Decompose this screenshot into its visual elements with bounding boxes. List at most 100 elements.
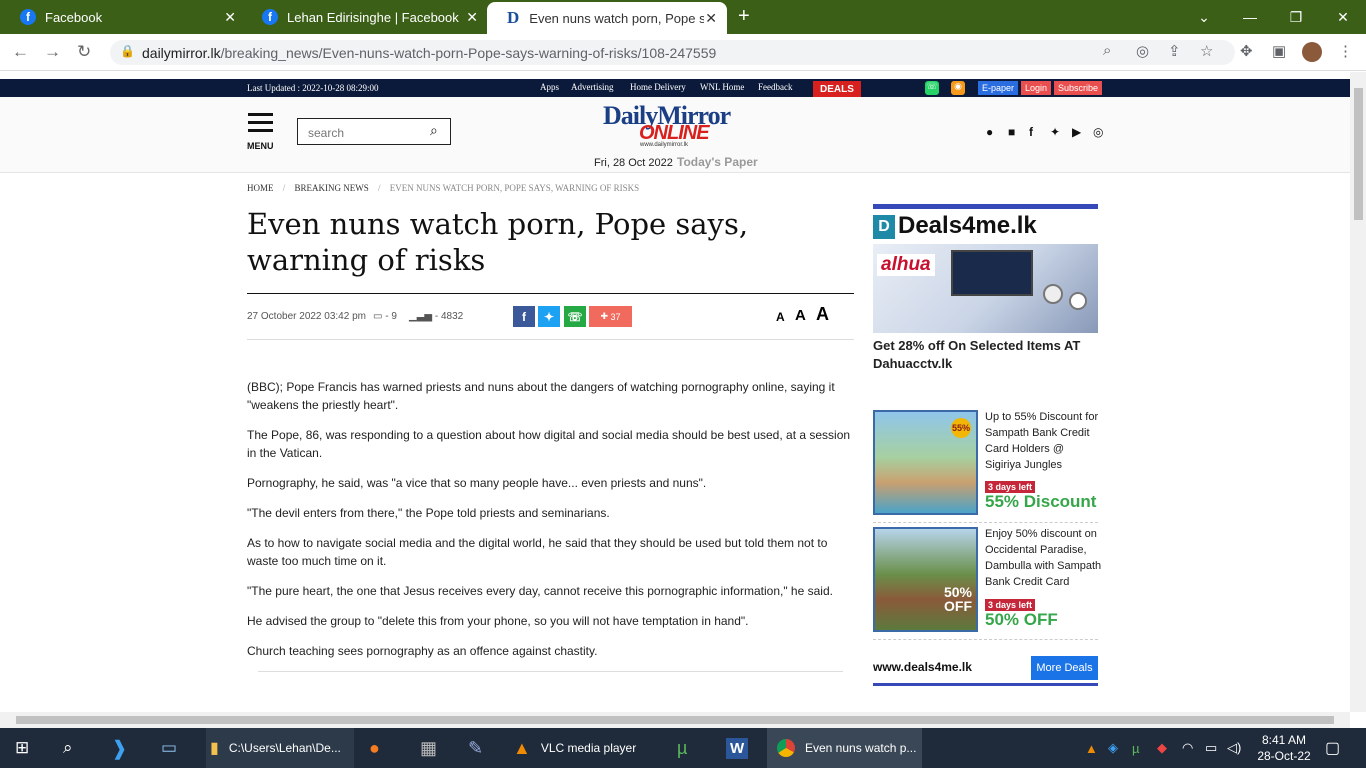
taskbar-file-explorer[interactable]: ▮ C:\Users\Lehan\De... xyxy=(206,728,354,768)
todays-paper-link[interactable]: Today's Paper xyxy=(677,155,758,169)
close-icon[interactable]: ✕ xyxy=(466,9,478,26)
comments-value: - 9 xyxy=(385,311,397,322)
article-paragraph: "The devil enters from there," the Pope … xyxy=(247,506,610,520)
deal-image-sigiriya[interactable]: 55% xyxy=(873,410,978,515)
lock-icon[interactable]: 🔒 xyxy=(120,44,135,58)
tray-app-icon[interactable]: ◆ xyxy=(1157,728,1167,768)
twitter-icon[interactable]: ✦ xyxy=(1050,125,1060,139)
article-paragraph: As to how to navigate social media and t… xyxy=(247,536,828,568)
banner-camera xyxy=(1043,284,1063,304)
wifi-icon[interactable]: ◠ xyxy=(1182,728,1193,768)
taskbar-clock[interactable]: 8:41 AM 28-Oct-22 xyxy=(1254,728,1314,768)
article-paragraph: Church teaching sees pornography as an o… xyxy=(247,644,598,658)
font-small-button[interactable]: A xyxy=(776,310,785,324)
taskbar-chrome[interactable]: Even nuns watch p... xyxy=(767,728,922,768)
link-wnl-home[interactable]: WNL Home xyxy=(700,82,744,92)
vertical-scrollbar[interactable] xyxy=(1350,72,1366,712)
link-apps[interactable]: Apps xyxy=(540,82,559,92)
computer-icon[interactable]: ▭ xyxy=(161,728,177,768)
menu-icon[interactable] xyxy=(248,113,273,137)
restore-button[interactable]: ❐ xyxy=(1273,0,1319,34)
deal-text[interactable]: Up to 55% Discount for Sampath Bank Cred… xyxy=(985,409,1103,473)
volume-icon[interactable]: ◁) xyxy=(1227,728,1241,768)
close-window-button[interactable]: ✕ xyxy=(1320,0,1366,34)
paint-icon[interactable]: ✎ xyxy=(468,728,483,768)
share-twitter-button[interactable]: ✦ xyxy=(538,306,560,327)
link-feedback[interactable]: Feedback xyxy=(758,82,792,92)
deal-image-occidental[interactable]: 50% OFF xyxy=(873,527,978,632)
taskbar-vlc[interactable]: ▲ VLC media player xyxy=(513,728,661,768)
windows-start-icon[interactable]: ⊞ xyxy=(15,728,29,768)
article-title: Even nuns watch porn, Pope says, warning… xyxy=(247,207,749,277)
whatsapp-icon[interactable]: ☏ xyxy=(925,81,939,95)
close-icon[interactable]: ✕ xyxy=(705,10,717,27)
share-whatsapp-button[interactable]: ☏ xyxy=(564,306,586,327)
notifications-icon[interactable]: ▢ xyxy=(1325,728,1340,768)
breadcrumb-breaking-news[interactable]: BREAKING NEWS xyxy=(295,183,369,193)
rss-icon[interactable]: ◉ xyxy=(951,81,965,95)
search-icon[interactable]: ⌕ xyxy=(430,122,438,139)
reload-icon[interactable]: ↻ xyxy=(77,42,91,62)
font-medium-button[interactable]: A xyxy=(795,307,806,324)
dahua-banner[interactable]: alhua xyxy=(873,244,1098,333)
menu-label[interactable]: MENU xyxy=(247,141,274,151)
tray-utorrent-icon[interactable]: µ xyxy=(1132,728,1140,768)
dailymirror-icon: D xyxy=(507,8,520,27)
banner-caption[interactable]: Get 28% off On Selected Items AT Dahuacc… xyxy=(873,337,1098,373)
back-icon[interactable]: ← xyxy=(12,42,29,62)
deal-discount[interactable]: 55% Discount xyxy=(985,492,1096,512)
side-panel-icon[interactable]: ▣ xyxy=(1272,42,1286,60)
deal-discount[interactable]: 50% OFF xyxy=(985,610,1058,630)
url-text[interactable]: dailymirror.lk/breaking_news/Even-nuns-w… xyxy=(142,45,716,61)
vertical-scroll-thumb[interactable] xyxy=(1354,88,1363,220)
facebook-icon[interactable]: f xyxy=(1029,125,1033,139)
horizontal-scrollbar[interactable] xyxy=(0,712,1350,728)
bookmark-star-icon[interactable]: ☆ xyxy=(1200,42,1213,60)
share-more-button[interactable]: ✚ 37 xyxy=(589,306,632,327)
link-advertising[interactable]: Advertising xyxy=(571,82,614,92)
battery-icon[interactable]: ▭ xyxy=(1205,728,1217,768)
horizontal-scroll-thumb[interactable] xyxy=(16,716,1334,724)
firefox-icon[interactable]: ● xyxy=(369,728,380,768)
tab-dailymirror[interactable]: D Even nuns watch porn, Pope says ✕ xyxy=(487,2,727,34)
deal-image-badge: 50% OFF xyxy=(943,584,972,614)
search-icon[interactable]: ⌕ xyxy=(63,728,73,768)
tray-network-monitor-icon[interactable]: ◈ xyxy=(1108,728,1118,768)
subscribe-button[interactable]: Subscribe xyxy=(1054,81,1103,95)
epaper-button[interactable]: E-paper xyxy=(978,81,1019,95)
link-home-delivery[interactable]: Home Delivery xyxy=(630,82,686,92)
share-icon[interactable]: ⇪ xyxy=(1168,42,1181,60)
minimize-button[interactable]: — xyxy=(1227,0,1273,34)
tracking-icon[interactable]: ◎ xyxy=(1136,42,1149,60)
apple-icon[interactable]: ● xyxy=(986,125,993,139)
close-icon[interactable]: ✕ xyxy=(224,9,236,26)
calculator-icon[interactable]: ▦ xyxy=(420,728,437,768)
deals-badge[interactable]: DEALS xyxy=(813,81,861,98)
comments-count[interactable]: ▭ - 9 xyxy=(373,311,397,322)
search-input[interactable]: search xyxy=(297,118,451,145)
tray-vlc-icon[interactable]: ▲ xyxy=(1085,728,1098,768)
menu-kebab-icon[interactable]: ⋮ xyxy=(1338,42,1353,60)
tab-lehan-facebook[interactable]: f Lehan Edirisinghe | Facebook ✕ xyxy=(242,0,488,34)
zoom-icon[interactable]: ⌕ xyxy=(1103,42,1111,59)
tab-search-icon[interactable]: ⌄ xyxy=(1181,0,1227,34)
share-facebook-button[interactable]: f xyxy=(513,306,535,327)
word-icon[interactable]: W xyxy=(726,728,749,768)
breadcrumb-home[interactable]: HOME xyxy=(247,183,274,193)
deal-text[interactable]: Enjoy 50% discount on Occidental Paradis… xyxy=(985,526,1103,590)
deals4me-brand[interactable]: Deals4me.lk xyxy=(898,212,1037,240)
utorrent-icon[interactable]: µ xyxy=(677,728,687,768)
more-deals-button[interactable]: More Deals xyxy=(1031,656,1098,680)
login-button[interactable]: Login xyxy=(1021,81,1052,95)
vscode-icon[interactable]: ❱ xyxy=(111,728,128,768)
tab-facebook[interactable]: f Facebook ✕ xyxy=(0,0,246,34)
forward-icon[interactable]: → xyxy=(44,42,61,62)
font-large-button[interactable]: A xyxy=(816,304,829,325)
instagram-icon[interactable]: ◎ xyxy=(1093,125,1103,139)
new-tab-button[interactable]: + xyxy=(738,5,750,28)
extensions-icon[interactable]: ✥ xyxy=(1240,42,1253,60)
deals4me-url[interactable]: www.deals4me.lk xyxy=(873,660,972,674)
youtube-icon[interactable]: ▶ xyxy=(1072,125,1081,139)
profile-avatar[interactable] xyxy=(1302,42,1322,62)
android-icon[interactable]: ■ xyxy=(1008,125,1015,139)
